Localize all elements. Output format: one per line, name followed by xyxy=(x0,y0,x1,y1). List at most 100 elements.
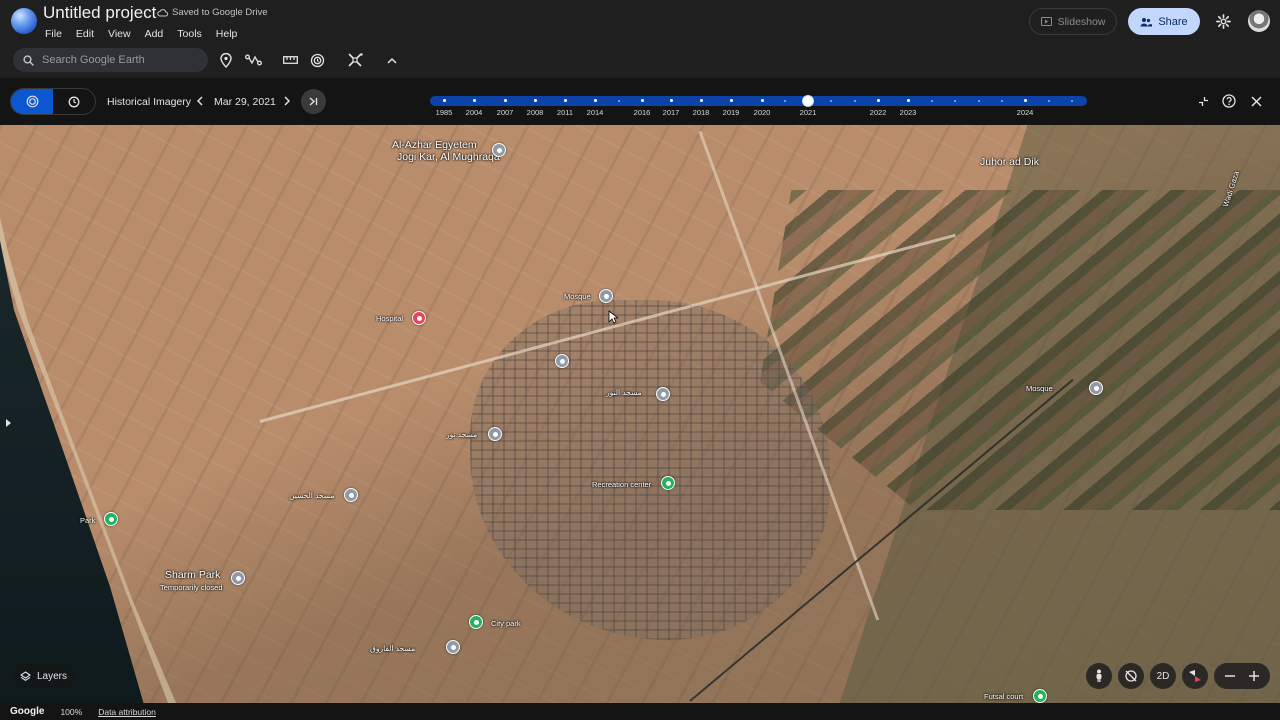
map-label[interactable]: Park xyxy=(80,516,95,525)
menu-file[interactable]: File xyxy=(45,28,62,40)
timeline-year-label[interactable]: 2020 xyxy=(754,108,771,117)
timeline-tick[interactable] xyxy=(978,100,980,102)
map-label[interactable]: Jogi Kar, Al Mughraqa xyxy=(397,151,500,163)
mosque-pin-icon[interactable] xyxy=(656,387,670,401)
next-date-chevron-right-icon[interactable] xyxy=(281,94,293,108)
share-button[interactable]: Share xyxy=(1128,8,1200,35)
timeline-tick[interactable] xyxy=(931,100,933,102)
mosque-pin-icon[interactable] xyxy=(488,427,502,441)
park-pin-icon[interactable] xyxy=(104,512,118,526)
sports-pin-icon[interactable] xyxy=(1033,689,1047,703)
project-title[interactable]: Untitled project xyxy=(43,3,156,23)
timeline-tick[interactable] xyxy=(854,100,856,102)
timeline-year-label[interactable]: 2021 xyxy=(800,108,817,117)
timeline-tick[interactable] xyxy=(1001,100,1003,102)
timeline-tick[interactable] xyxy=(1048,100,1050,102)
timeline-tick[interactable] xyxy=(594,99,597,102)
slideshow-button[interactable]: Slideshow xyxy=(1029,8,1117,35)
map-label[interactable]: City park xyxy=(491,619,521,628)
zoom-out-icon[interactable] xyxy=(1225,675,1235,677)
map-label[interactable]: مسجد نور xyxy=(446,430,477,439)
chevron-up-icon[interactable] xyxy=(383,51,401,69)
timeline-tick[interactable] xyxy=(784,100,786,102)
timeline-tick[interactable] xyxy=(670,99,673,102)
timeline-tick[interactable] xyxy=(618,100,620,102)
map-label[interactable]: Al-Azhar Egyetem xyxy=(392,139,477,151)
timeline-year-label[interactable]: 2023 xyxy=(900,108,917,117)
timeline-year-label[interactable]: 1985 xyxy=(436,108,453,117)
timeline-tick[interactable] xyxy=(641,99,644,102)
mosque-pin-icon[interactable] xyxy=(599,289,613,303)
map-label[interactable]: Recreation center xyxy=(592,480,651,489)
zoom-in-icon[interactable] xyxy=(1249,671,1259,681)
timeline-year-label[interactable]: 2017 xyxy=(663,108,680,117)
satellite-tools-icon[interactable] xyxy=(346,51,364,69)
layers-button[interactable]: Layers xyxy=(12,664,76,688)
menu-edit[interactable]: Edit xyxy=(76,28,94,40)
map-label[interactable]: Juhor ad Dik xyxy=(980,156,1039,168)
data-attribution-link[interactable]: Data attribution xyxy=(98,707,156,717)
imagery-timeline-slider[interactable] xyxy=(430,95,1087,107)
timeline-tick[interactable] xyxy=(700,99,703,102)
timeline-tick[interactable] xyxy=(564,99,567,102)
timeline-tick[interactable] xyxy=(730,99,733,102)
timeline-tick[interactable] xyxy=(1024,99,1027,102)
map-label[interactable]: Hospital xyxy=(376,314,403,323)
ruler-icon[interactable] xyxy=(281,51,299,69)
reset-tilt-icon[interactable] xyxy=(1118,663,1144,689)
google-earth-logo-icon[interactable] xyxy=(11,8,37,34)
view-2d-button[interactable]: 2D xyxy=(1150,663,1176,689)
mosque-pin-icon[interactable] xyxy=(1089,381,1103,395)
compass-icon[interactable] xyxy=(1182,663,1208,689)
timeline-tick[interactable] xyxy=(443,99,446,102)
timeline-year-label[interactable]: 2018 xyxy=(693,108,710,117)
timeline-year-label[interactable]: 2022 xyxy=(870,108,887,117)
path-icon[interactable] xyxy=(244,51,262,69)
timeline-year-label[interactable]: 2024 xyxy=(1017,108,1034,117)
timeline-tick[interactable] xyxy=(830,100,832,102)
map-label[interactable]: مسجد الفاروق xyxy=(370,644,415,653)
hospital-pin-icon[interactable] xyxy=(412,311,426,325)
timeline-year-label[interactable]: 2011 xyxy=(557,108,573,117)
menu-view[interactable]: View xyxy=(108,28,131,40)
menu-help[interactable]: Help xyxy=(216,28,238,40)
map-label[interactable]: Futsal court xyxy=(984,692,1023,701)
timeline-year-label[interactable]: 2014 xyxy=(587,108,604,117)
settings-gear-icon[interactable] xyxy=(1213,11,1233,31)
map-label[interactable]: مسجد النور xyxy=(606,388,642,397)
timeline-tick[interactable] xyxy=(907,99,910,102)
timeline-tick[interactable] xyxy=(1071,100,1073,102)
timeline-handle[interactable] xyxy=(802,95,814,107)
clock-icon[interactable] xyxy=(53,89,95,114)
close-icon[interactable] xyxy=(1248,93,1264,109)
imagery-mode-toggle[interactable] xyxy=(10,88,96,115)
park-pin-icon[interactable] xyxy=(469,615,483,629)
placemark-icon[interactable] xyxy=(217,51,235,69)
timeline-year-label[interactable]: 2016 xyxy=(634,108,651,117)
timeline-tick[interactable] xyxy=(473,99,476,102)
previous-date-chevron-left-icon[interactable] xyxy=(194,94,206,108)
imagery-date[interactable]: Mar 29, 2021 xyxy=(214,96,276,108)
account-avatar[interactable] xyxy=(1248,10,1270,32)
pegman-icon[interactable] xyxy=(1086,663,1112,689)
search-box[interactable] xyxy=(13,48,208,72)
mosque-pin-icon[interactable] xyxy=(446,640,460,654)
map-label[interactable]: Sharm Park xyxy=(165,569,220,581)
map-label[interactable]: مسجد الحسين xyxy=(289,491,334,500)
expand-panel-chevron-right-icon[interactable] xyxy=(2,415,14,431)
recreation-pin-icon[interactable] xyxy=(661,476,675,490)
timeline-tick[interactable] xyxy=(954,100,956,102)
historical-imagery-icon[interactable] xyxy=(308,51,326,69)
menu-tools[interactable]: Tools xyxy=(177,28,202,40)
timeline-year-label[interactable]: 2004 xyxy=(466,108,483,117)
timeline-tick[interactable] xyxy=(761,99,764,102)
mosque-pin-icon[interactable] xyxy=(344,488,358,502)
menu-add[interactable]: Add xyxy=(145,28,164,40)
timeline-tick[interactable] xyxy=(534,99,537,102)
timeline-year-label[interactable]: 2008 xyxy=(527,108,544,117)
park-pin-icon[interactable] xyxy=(231,571,245,585)
map-label[interactable]: Mosque xyxy=(564,292,591,301)
historical-mode-icon[interactable] xyxy=(11,89,53,114)
search-input[interactable] xyxy=(42,54,192,66)
timeline-year-label[interactable]: 2019 xyxy=(723,108,740,117)
